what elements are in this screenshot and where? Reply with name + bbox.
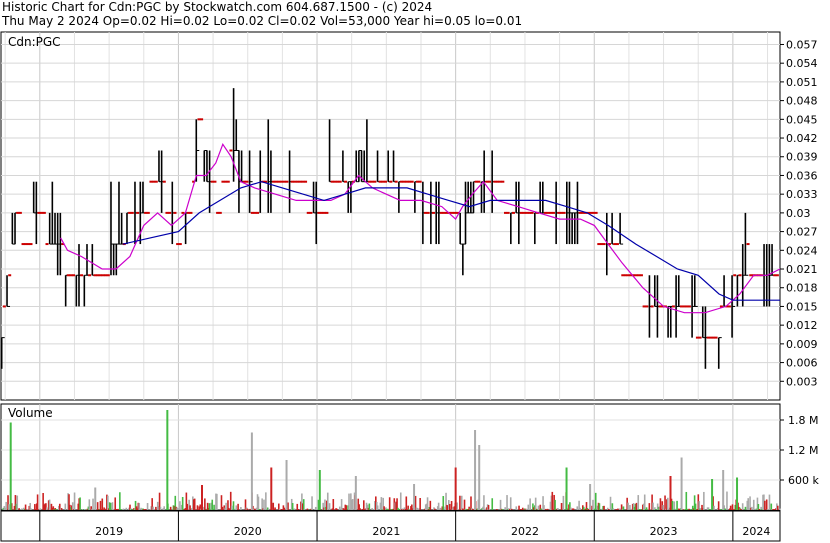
volume-tick-label: 1.8 M bbox=[788, 414, 818, 427]
price-tick-label: 0.057 bbox=[786, 38, 818, 51]
price-tick-label: 0.039 bbox=[786, 151, 818, 164]
stock-chart: 0.003 0.006 0.009 0.012 0.015 0.018 0.021 0.024… bbox=[0, 31, 819, 542]
volume-tick-label: 600 k bbox=[788, 474, 819, 487]
price-tick-label: 0.054 bbox=[786, 57, 818, 70]
price-tick-label: 0.033 bbox=[786, 188, 818, 201]
price-tick-label: 0.024 bbox=[786, 244, 818, 257]
price-tick-label: 0.042 bbox=[786, 132, 818, 145]
price-tick-label: 0.012 bbox=[786, 319, 818, 332]
year-label: 2023 bbox=[650, 525, 678, 538]
year-label: 2020 bbox=[234, 525, 262, 538]
price-tick-label: 0.03 bbox=[786, 207, 811, 220]
price-tick-label: 0.027 bbox=[786, 226, 818, 239]
price-tick-label: 0.051 bbox=[786, 76, 818, 89]
year-label: 2022 bbox=[511, 525, 539, 538]
price-tick-label: 0.003 bbox=[786, 375, 818, 388]
year-label: 2024 bbox=[742, 525, 770, 538]
year-label: 2021 bbox=[372, 525, 400, 538]
price-tick-label: 0.045 bbox=[786, 113, 818, 126]
symbol-label: Cdn:PGC bbox=[8, 35, 61, 49]
price-tick-label: 0.015 bbox=[786, 300, 818, 313]
price-tick-label: 0.036 bbox=[786, 169, 818, 182]
price-tick-label: 0.006 bbox=[786, 357, 818, 370]
volume-label: Volume bbox=[8, 406, 53, 420]
price-tick-label: 0.021 bbox=[786, 263, 818, 276]
year-label: 2019 bbox=[95, 525, 123, 538]
price-tick-label: 0.048 bbox=[786, 95, 818, 108]
price-tick-label: 0.018 bbox=[786, 282, 818, 295]
volume-tick-label: 1.2 M bbox=[788, 444, 818, 457]
price-tick-label: 0.009 bbox=[786, 338, 818, 351]
